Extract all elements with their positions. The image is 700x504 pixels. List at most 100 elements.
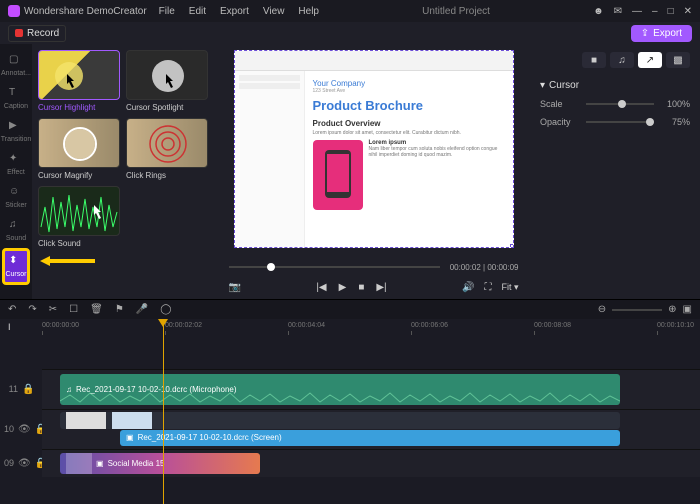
mail-icon[interactable]: ✉	[614, 6, 622, 17]
maximize-icon[interactable]: □	[668, 6, 674, 17]
thumb-cursor-spotlight[interactable]: Cursor Spotlight	[126, 50, 208, 112]
thumb-cursor-magnify[interactable]: Cursor Magnify	[38, 118, 120, 180]
menu-view[interactable]: View	[263, 6, 285, 17]
volume-icon[interactable]: 🔊	[462, 282, 474, 293]
scrub-bar[interactable]: 00:00:02 | 00:00:09	[229, 258, 519, 276]
tab-cursor-icon[interactable]: ↗	[638, 52, 662, 68]
crop-icon[interactable]: ☐	[69, 304, 78, 315]
eye-icon[interactable]: 👁	[18, 458, 31, 469]
annotate-icon: ▢	[9, 54, 23, 68]
ruler-tick: 00:00:02:02	[165, 322, 202, 335]
next-frame-icon[interactable]: ▶|	[376, 282, 386, 293]
preview-canvas[interactable]: Your Company 123 Street Ave Product Broc…	[234, 50, 514, 248]
app-name: Wondershare DemoCreator	[24, 6, 147, 17]
clip-label: Rec_2021-09-17 10-02-10.dcrc (Screen)	[138, 433, 282, 442]
user-icon[interactable]: ☻	[593, 6, 604, 17]
record-tl-icon[interactable]: ◯	[160, 304, 171, 315]
zoom-fit-icon[interactable]: ▣	[683, 304, 692, 315]
undo-icon[interactable]: ↶	[8, 304, 16, 315]
menu-edit[interactable]: Edit	[189, 6, 206, 17]
menu-file[interactable]: File	[159, 6, 175, 17]
scale-label: Scale	[540, 99, 580, 109]
close-icon[interactable]: ✕	[684, 6, 692, 17]
tool-rail: ▢Annotat... TCaption ▶Transition ✦Effect…	[0, 44, 32, 299]
thumb-cursor-highlight[interactable]: Cursor Highlight	[38, 50, 120, 112]
zoom-in-icon[interactable]: ⊕	[668, 304, 676, 315]
rail-transition[interactable]: ▶Transition	[2, 116, 30, 147]
play-icon[interactable]: ▶	[339, 282, 347, 293]
thumb-click-sound[interactable]: Click Sound	[38, 186, 120, 248]
export-button[interactable]: ⇪ Export	[631, 25, 692, 42]
ruler-tick: 00:00:08:08	[534, 322, 571, 335]
marker-icon[interactable]: ⚑	[115, 304, 124, 315]
track-audio: 11 🔒 ♫ Rec_2021-09-17 10-02-10.dcrc (Mic…	[0, 369, 700, 409]
preview-panel: Your Company 123 Street Ave Product Broc…	[217, 44, 530, 299]
rail-cursor[interactable]: ⬍Cursor	[2, 248, 30, 285]
stop-icon[interactable]: ■	[358, 282, 364, 293]
rail-annotate[interactable]: ▢Annotat...	[2, 50, 30, 81]
caption-icon: T	[9, 87, 23, 101]
split-icon[interactable]: ✂	[49, 304, 57, 315]
project-title: Untitled Project	[331, 6, 581, 17]
fit-dropdown[interactable]: Fit ▾	[501, 282, 518, 293]
menu-export[interactable]: Export	[220, 6, 249, 17]
voice-icon[interactable]: 🎤	[136, 304, 148, 315]
lock-icon[interactable]: 🔒	[22, 384, 34, 395]
doc-company: Your Company	[313, 79, 505, 88]
ruler-tick: 00:00:06:06	[411, 322, 448, 335]
rail-caption[interactable]: TCaption	[2, 83, 30, 114]
clip-video[interactable]: ▣ Rec_2021-09-17 10-02-10.dcrc (Screen)	[120, 430, 620, 446]
menu-help[interactable]: Help	[298, 6, 319, 17]
redo-icon[interactable]: ↷	[28, 304, 36, 315]
zoom-out-icon[interactable]: ⊖	[598, 304, 606, 315]
app-logo: Wondershare DemoCreator	[8, 5, 147, 17]
track-video: 10 👁 🔒 ▣ Rec_2021-09-17 10-02-10.dcrc (S…	[0, 409, 700, 449]
section-cursor[interactable]: ▾ Cursor	[540, 80, 690, 91]
scrub-handle[interactable]	[267, 263, 275, 271]
zoom-slider[interactable]	[612, 309, 662, 311]
playhead[interactable]	[163, 319, 164, 504]
app-logo-icon	[8, 5, 20, 17]
snapshot-icon[interactable]: 📷	[229, 282, 241, 293]
opacity-slider[interactable]	[586, 121, 654, 123]
zoom-control: ⊖ ⊕ ▣	[598, 304, 692, 315]
menu-bar: File Edit Export View Help	[159, 6, 319, 17]
settings-icon[interactable]: ―	[632, 6, 642, 17]
prev-frame-icon[interactable]: |◀	[316, 282, 326, 293]
rail-sound[interactable]: ♫Sound	[2, 215, 30, 246]
effect-icon: ✦	[9, 153, 23, 167]
props-tabs: ■ ♫ ↗ ▩	[540, 52, 690, 68]
thumb-click-rings[interactable]: Click Rings	[126, 118, 208, 180]
minimize-icon[interactable]: –	[652, 6, 658, 17]
tab-audio-icon[interactable]: ♫	[610, 52, 634, 68]
media-icon: ▣	[96, 459, 104, 468]
tab-video-icon[interactable]: ■	[582, 52, 606, 68]
doc-section: Product Overview	[313, 119, 505, 128]
cursor-icon: ⬍	[9, 255, 23, 269]
properties-panel: ■ ♫ ↗ ▩ ▾ Cursor Scale 100% Opacity 75%	[530, 44, 700, 299]
sound-icon: ♫	[9, 219, 23, 233]
scale-slider[interactable]	[586, 103, 654, 105]
doc-para2: Nam liber tempor cum soluta nobis eleife…	[369, 146, 505, 158]
rail-effect[interactable]: ✦Effect	[2, 149, 30, 180]
doc-para: Lorem ipsum dolor sit amet, consectetur …	[313, 130, 505, 136]
resize-handle[interactable]	[510, 244, 514, 248]
track-num: 10	[4, 424, 14, 434]
timeline-ruler[interactable]: I 00:00:00:00 00:00:02:02 00:00:04:04 00…	[0, 319, 700, 339]
opacity-label: Opacity	[540, 117, 580, 127]
row-opacity: Opacity 75%	[540, 117, 690, 127]
record-button[interactable]: Record	[8, 25, 66, 42]
delete-icon[interactable]: 🗑	[90, 304, 103, 315]
timeline-toolbar: ↶ ↷ ✂ ☐ 🗑 ⚑ 🎤 ◯ ⊖ ⊕ ▣	[0, 299, 700, 319]
window-controls: ☻ ✉ ― – □ ✕	[593, 6, 692, 17]
fullscreen-icon[interactable]: ⛶	[484, 282, 491, 293]
rail-sticker[interactable]: ☺Sticker	[2, 182, 30, 213]
track-num: 11	[4, 384, 18, 394]
clip-media[interactable]: ▣ Social Media 15	[60, 453, 260, 475]
thumbnail-strip[interactable]	[60, 412, 620, 428]
tab-mask-icon[interactable]: ▩	[666, 52, 690, 68]
main-toolbar: Record ⇪ Export	[0, 22, 700, 44]
clip-audio[interactable]: ♫ Rec_2021-09-17 10-02-10.dcrc (Micropho…	[60, 374, 620, 405]
scale-value: 100%	[660, 99, 690, 109]
eye-icon[interactable]: 👁	[18, 424, 31, 435]
